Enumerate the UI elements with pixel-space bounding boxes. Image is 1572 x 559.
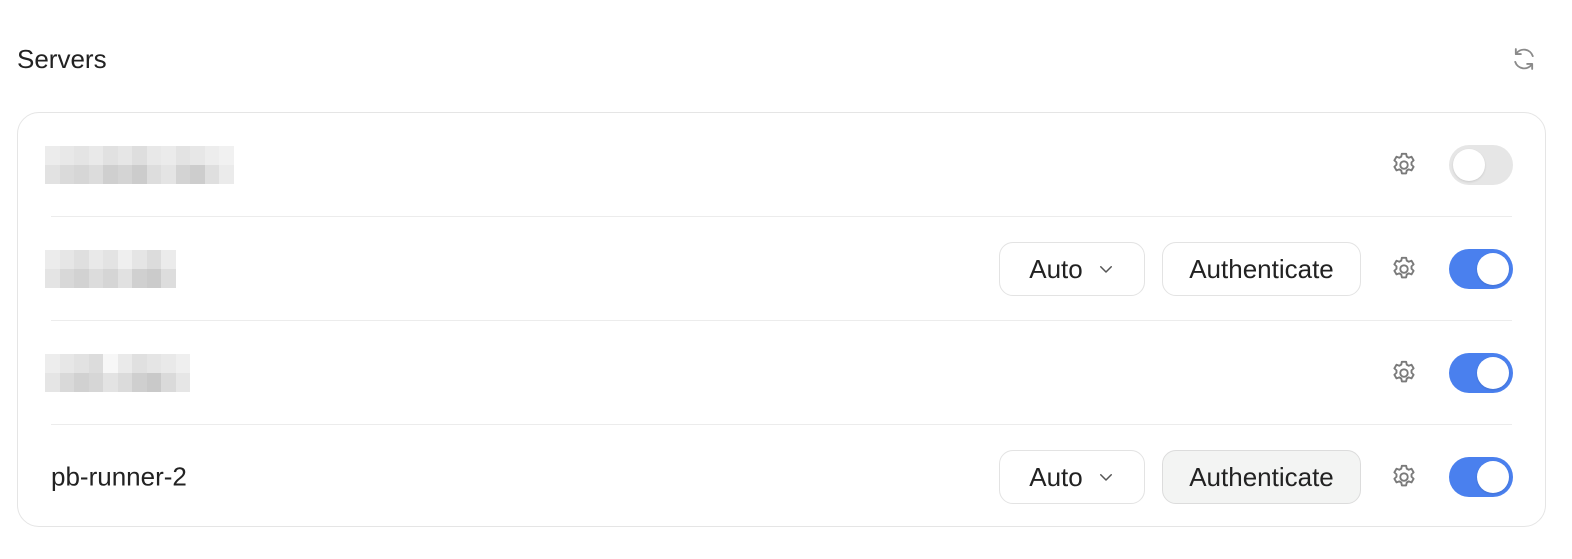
settings-button[interactable]	[1387, 148, 1421, 182]
page-title: Servers	[17, 44, 107, 74]
gear-icon	[1393, 256, 1415, 279]
chevron-down-icon	[1099, 474, 1112, 481]
server-row: pb-runner-2 Auto Authenticate	[18, 425, 1545, 529]
servers-list: Auto Authenticate pb-runner-2 Auto Authe…	[17, 112, 1546, 527]
authenticate-button[interactable]: Authenticate	[1162, 242, 1361, 296]
refresh-button[interactable]	[1509, 44, 1539, 74]
server-enabled-toggle[interactable]	[1449, 249, 1513, 289]
server-enabled-toggle[interactable]	[1449, 145, 1513, 185]
row-controls	[1387, 145, 1513, 185]
settings-button[interactable]	[1387, 460, 1421, 494]
redacted-server-name	[45, 250, 176, 288]
gear-icon	[1393, 464, 1415, 487]
servers-panel: Servers Auto Authenticate pb-runner-2 Au…	[0, 0, 1572, 559]
server-enabled-toggle[interactable]	[1449, 353, 1513, 393]
settings-button[interactable]	[1387, 356, 1421, 390]
chevron-down-icon	[1099, 266, 1112, 273]
server-row: Auto Authenticate	[18, 217, 1545, 321]
redacted-server-name	[45, 146, 234, 184]
auth-mode-label: Auto	[1029, 461, 1083, 492]
refresh-icon	[1514, 48, 1534, 70]
gear-icon	[1393, 152, 1415, 175]
auth-mode-select[interactable]: Auto	[999, 450, 1145, 504]
settings-button[interactable]	[1387, 252, 1421, 286]
server-name: pb-runner-2	[51, 461, 187, 492]
gear-icon	[1393, 360, 1415, 383]
row-controls: Auto Authenticate	[999, 450, 1513, 504]
auth-mode-label: Auto	[1029, 253, 1083, 284]
row-controls: Auto Authenticate	[999, 242, 1513, 296]
row-controls	[1387, 353, 1513, 393]
auth-mode-select[interactable]: Auto	[999, 242, 1145, 296]
server-row	[18, 113, 1545, 217]
server-enabled-toggle[interactable]	[1449, 457, 1513, 497]
redacted-server-name	[45, 354, 190, 392]
authenticate-button[interactable]: Authenticate	[1162, 450, 1361, 504]
server-row	[18, 321, 1545, 425]
servers-header: Servers	[17, 38, 1539, 82]
